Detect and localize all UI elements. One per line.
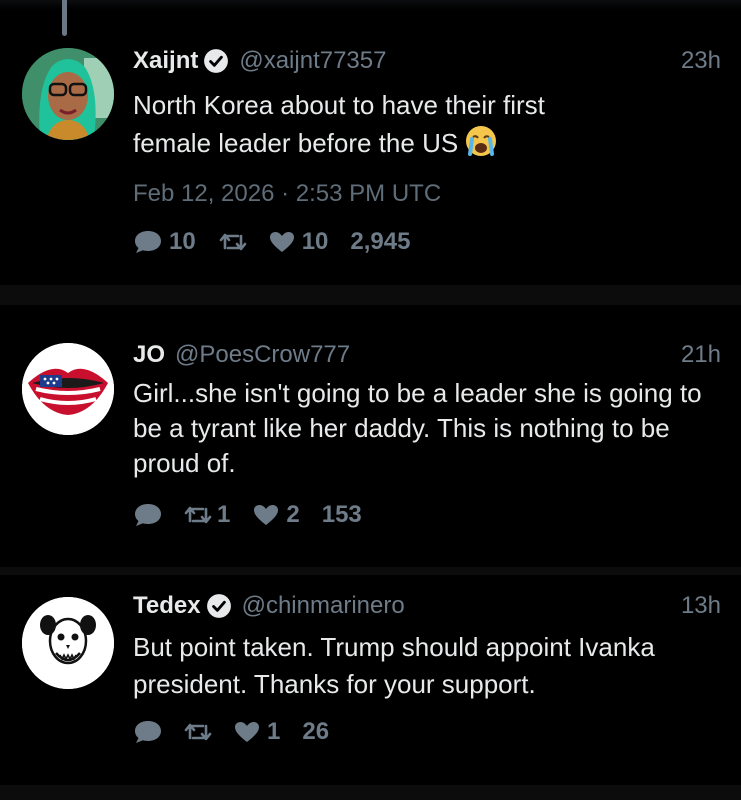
tweet-text-line: be a tyrant like her daddy. This is noth…: [133, 413, 670, 443]
tweet-jo[interactable]: JO @PoesCrow777 21h Girl...she isn't goi…: [0, 305, 741, 567]
reply-button[interactable]: 10: [133, 228, 196, 256]
retweet-button[interactable]: 1: [183, 501, 230, 529]
like-button[interactable]: 10: [268, 228, 329, 256]
tweet-actions: 1 2 153: [133, 499, 362, 531]
avatar-xaijnt[interactable]: [22, 48, 114, 140]
tweet-text-line: North Korea about to have their first: [133, 90, 545, 120]
tweet-actions: 1 26: [133, 716, 329, 748]
tweet-header: Tedex @chinmarinero 13h: [133, 589, 721, 623]
tweet-header: Xaijnt @xaijnt77357 23h: [133, 44, 721, 78]
tweet-divider: [0, 785, 741, 800]
reply-icon: [135, 721, 161, 743]
retweet-count: 1: [217, 501, 231, 528]
tweet-text: But point taken. Trump should appoint Iv…: [133, 629, 733, 703]
tweet-text-line: proud of.: [133, 448, 236, 478]
tweet-text-line-with-emoji: female leader before the US: [133, 124, 733, 162]
retweet-button[interactable]: [218, 230, 248, 254]
user-handle[interactable]: @PoesCrow777: [175, 341, 350, 369]
display-name[interactable]: Xaijnt: [133, 47, 198, 75]
display-name[interactable]: Tedex: [133, 592, 201, 620]
retweet-icon: [219, 233, 247, 251]
like-count: 1: [267, 718, 281, 745]
heart-icon: [235, 722, 259, 742]
tweet-tedex[interactable]: Tedex @chinmarinero 13h But point taken.…: [0, 575, 741, 800]
avatar-xaijnt-image: [22, 48, 114, 140]
crying-face-icon: [466, 126, 497, 156]
tweet-text-line: But point taken. Trump should appoint Iv…: [133, 632, 655, 662]
tweet-text-line: female leader before the US: [133, 128, 459, 158]
tweet-divider: [0, 285, 741, 305]
retweet-icon: [184, 723, 212, 741]
like-count: 10: [301, 228, 329, 255]
like-button[interactable]: 2: [252, 501, 300, 529]
reply-icon: [135, 231, 161, 253]
avatar-tedex[interactable]: [22, 597, 114, 689]
user-handle[interactable]: @chinmarinero: [242, 592, 405, 620]
tweet-xaijnt[interactable]: Xaijnt @xaijnt77357 23h North Korea abou…: [0, 0, 741, 285]
view-count: 153: [321, 501, 362, 528]
avatar-jo-image: [22, 343, 114, 435]
heart-icon: [269, 232, 294, 252]
retweet-icon: [184, 506, 212, 524]
like-button[interactable]: 1: [233, 718, 280, 746]
tweet-actions: 10 10 2,945: [133, 226, 410, 258]
tweet-text-line: Girl...she isn't going to be a leader sh…: [133, 378, 702, 408]
avatar-tedex-image: [22, 597, 114, 689]
retweet-button[interactable]: [183, 720, 213, 744]
relative-time[interactable]: 23h: [681, 47, 721, 75]
reply-button[interactable]: [133, 502, 163, 528]
view-count: 26: [302, 718, 330, 745]
verified-badge-icon: [204, 49, 229, 73]
tweet-divider: [0, 567, 741, 575]
display-name[interactable]: JO: [133, 341, 165, 369]
like-count: 2: [286, 501, 300, 528]
relative-time[interactable]: 21h: [681, 341, 721, 369]
reply-button[interactable]: [133, 719, 163, 745]
tweet-text: North Korea about to have their first fe…: [133, 87, 733, 162]
verified-badge-icon: [206, 594, 231, 618]
reply-icon: [135, 504, 161, 526]
tweet-text-line: president. Thanks for your support.: [133, 669, 536, 699]
view-count: 2,945: [350, 228, 411, 255]
reply-count: 10: [169, 228, 196, 255]
tweet-timestamp[interactable]: Feb 12, 2026 · 2:53 PM UTC: [133, 180, 441, 208]
tweet-header: JO @PoesCrow777 21h: [133, 338, 721, 372]
heart-icon: [254, 505, 279, 525]
tweet-text: Girl...she isn't going to be a leader sh…: [133, 376, 733, 481]
relative-time[interactable]: 13h: [681, 592, 721, 620]
avatar-jo[interactable]: [22, 343, 114, 435]
user-handle[interactable]: @xaijnt77357: [239, 47, 386, 75]
